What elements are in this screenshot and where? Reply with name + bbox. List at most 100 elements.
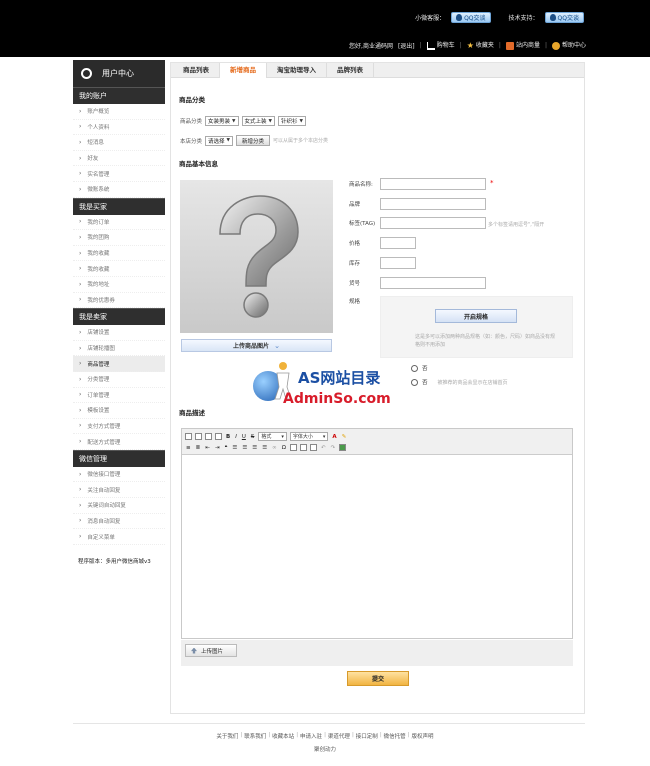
footer-link-copyright[interactable]: 版权声明: [412, 732, 434, 740]
sidebar-item[interactable]: › 个人资料: [73, 120, 165, 136]
html-source-icon[interactable]: [185, 433, 192, 440]
outdent-icon[interactable]: ⇤: [204, 445, 211, 451]
tab-brand-list[interactable]: 品牌列表: [327, 63, 374, 78]
align-justify-icon[interactable]: ☰: [261, 445, 268, 451]
footer-link-contact[interactable]: 联系我们: [244, 732, 266, 740]
sidebar-item[interactable]: › 我的收藏: [73, 261, 165, 277]
stock-input[interactable]: [380, 257, 416, 269]
upload-image-button[interactable]: 上传图片: [185, 644, 237, 657]
rich-text-editor[interactable]: B I U S 格式 ▾ 字体大小 ▾ A ✎ ≡ ≣ ⇤ ⇥ ❝ ☰ ☰ ☰ ☰ …: [181, 428, 573, 639]
sidebar-item[interactable]: › 我的地址: [73, 277, 165, 293]
quote-icon[interactable]: ❝: [223, 445, 228, 451]
sidebar-item[interactable]: › 模板设置: [73, 403, 165, 419]
footer-link-api[interactable]: 接口定制: [356, 732, 378, 740]
tab-taobao-import[interactable]: 淘宝助理导入: [267, 63, 327, 78]
unordered-list-icon[interactable]: ≣: [195, 445, 202, 451]
sidebar-item[interactable]: › 关注自动回复: [73, 482, 165, 499]
align-center-icon[interactable]: ☰: [241, 445, 248, 451]
highlight-icon[interactable]: ✎: [341, 434, 348, 440]
footer-divider: [73, 723, 585, 724]
add-category-button[interactable]: 新增分类: [236, 135, 271, 146]
store-category-row: 本店分类 请选择 ▼ 新增分类 可以从属于多个本店分类: [180, 135, 328, 146]
footer-link-agent[interactable]: 渠道代理: [328, 732, 350, 740]
footer-link-join[interactable]: 申请入驻: [300, 732, 322, 740]
sidebar-item[interactable]: › 账户概览: [73, 104, 165, 120]
sidebar-item[interactable]: › 店铺设置: [73, 325, 165, 341]
paste-text-icon[interactable]: [309, 444, 317, 451]
sidebar-item[interactable]: › 微账系统: [73, 182, 165, 198]
sidebar-item[interactable]: › 消息自动回复: [73, 514, 165, 530]
sidebar-item-product-management[interactable]: › 商品管理: [73, 356, 165, 372]
site-nav-link[interactable]: 站内商量: [505, 40, 540, 50]
sidebar-item[interactable]: › 我的订单: [73, 215, 165, 231]
find-icon[interactable]: [205, 433, 212, 440]
clear-format-icon[interactable]: [215, 433, 222, 440]
service-qq-button[interactable]: QQ交谈: [451, 12, 491, 23]
sidebar-item[interactable]: › 微信接口管理: [73, 467, 165, 483]
table-icon[interactable]: [289, 444, 297, 451]
indent-icon[interactable]: ⇥: [214, 445, 221, 451]
sidebar-item[interactable]: › 我的优惠券: [73, 293, 165, 309]
submit-button[interactable]: 提交: [347, 671, 409, 686]
align-left-icon[interactable]: ☰: [231, 445, 238, 451]
sidebar-item[interactable]: › 自定义菜单: [73, 529, 165, 545]
footer-link-bookmark[interactable]: 收藏本站: [272, 732, 294, 740]
footer-link-about[interactable]: 关于我们: [216, 732, 238, 740]
sn-input[interactable]: [380, 277, 486, 289]
chevron-right-icon: ›: [79, 138, 82, 146]
tab-product-list[interactable]: 商品列表: [173, 63, 220, 78]
link-icon[interactable]: ∞: [271, 445, 278, 451]
enable-spec-button[interactable]: 开启规格: [435, 309, 517, 323]
sidebar-item[interactable]: › 实名管理: [73, 166, 165, 182]
price-input[interactable]: [380, 237, 416, 249]
footer-link-hosting[interactable]: 微信托管: [384, 732, 406, 740]
font-size-select[interactable]: 字体大小 ▾: [289, 432, 329, 441]
font-color-icon[interactable]: A: [331, 434, 337, 440]
italic-icon[interactable]: I: [234, 434, 238, 440]
product-image-placeholder: [180, 180, 333, 333]
redo-icon[interactable]: ↷: [330, 445, 337, 451]
user-center-title: 用户中心: [102, 69, 134, 78]
sidebar-item[interactable]: › 好友: [73, 151, 165, 167]
undo-icon[interactable]: ↶: [320, 445, 327, 451]
upload-product-image-button[interactable]: 上传商品图片 ⌄: [181, 339, 332, 352]
font-size-select-label: 字体大小: [292, 434, 313, 440]
sidebar-item[interactable]: › 我的团购: [73, 230, 165, 246]
category-select-3[interactable]: 针织衫 ▼: [277, 116, 306, 126]
align-right-icon[interactable]: ☰: [251, 445, 258, 451]
chevron-right-icon: ›: [79, 185, 82, 193]
brand-input[interactable]: [380, 198, 486, 210]
paste-icon[interactable]: [299, 444, 307, 451]
tab-add-product[interactable]: 新增商品: [220, 63, 267, 78]
category-select-2[interactable]: 女式上装 ▼: [241, 116, 275, 126]
sidebar-item-label: 我的优惠券: [87, 297, 115, 304]
chevron-right-icon: ›: [79, 517, 82, 525]
help-link[interactable]: 帮助中心: [551, 40, 586, 50]
tech-qq-button[interactable]: QQ交谈: [544, 12, 584, 23]
sidebar-item[interactable]: › 支付方式管理: [73, 419, 165, 435]
category-select-1[interactable]: 女装男装 ▼: [205, 116, 239, 126]
underline-icon[interactable]: U: [241, 434, 247, 440]
sidebar-item[interactable]: › 我的收藏: [73, 246, 165, 262]
sidebar-item[interactable]: › 订单管理: [73, 388, 165, 404]
bold-icon[interactable]: B: [225, 434, 231, 440]
sidebar-item[interactable]: › 分类管理: [73, 372, 165, 388]
save-icon[interactable]: [339, 444, 347, 451]
description-title: 商品描述: [179, 409, 205, 417]
cart-link[interactable]: 购物车: [426, 40, 455, 50]
ordered-list-icon[interactable]: ≡: [185, 445, 192, 451]
favorites-link[interactable]: ★ 收藏夹: [467, 40, 494, 50]
sidebar-item[interactable]: › 关键词自动回复: [73, 498, 165, 514]
special-char-icon[interactable]: Ω: [281, 445, 287, 451]
sidebar-item[interactable]: › 配送方式管理: [73, 434, 165, 450]
store-category-select-value: 请选择: [208, 138, 225, 145]
sidebar-item[interactable]: › 短消息: [73, 135, 165, 151]
tag-input[interactable]: [380, 217, 486, 229]
logout-link[interactable]: [退出]: [398, 41, 415, 50]
strikethrough-icon[interactable]: S: [250, 434, 256, 440]
sidebar-item[interactable]: › 店铺轮播图: [73, 341, 165, 357]
product-name-input[interactable]: [380, 178, 486, 190]
format-select[interactable]: 格式 ▾: [258, 432, 287, 441]
image-icon[interactable]: [195, 433, 202, 440]
store-category-select[interactable]: 请选择 ▼: [205, 135, 233, 146]
